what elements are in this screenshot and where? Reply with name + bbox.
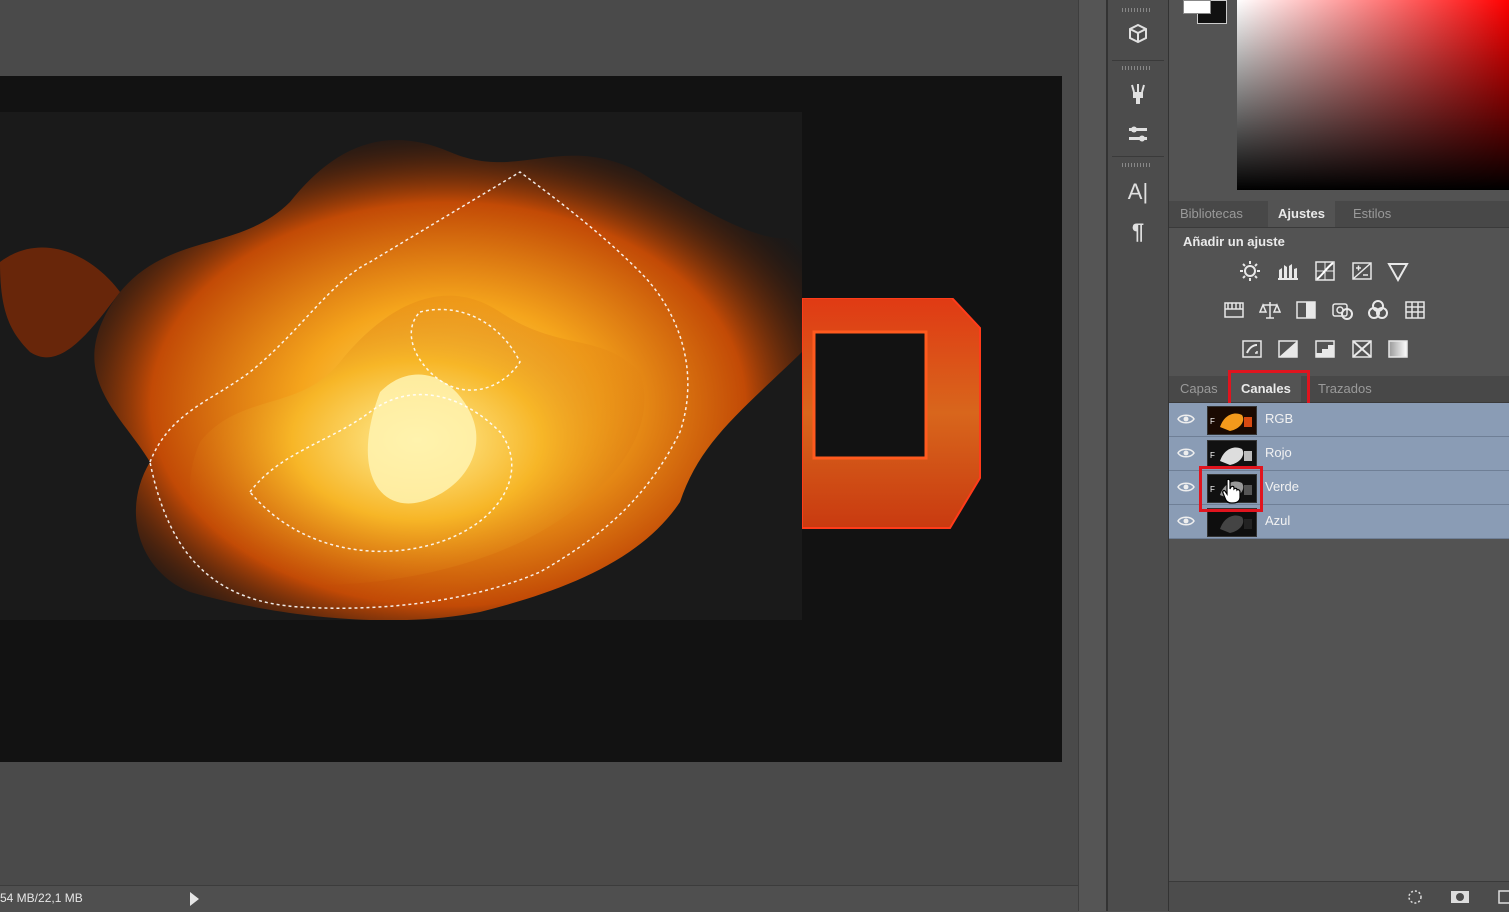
tab-trazados[interactable]: Trazados xyxy=(1308,376,1382,402)
levels-icon[interactable] xyxy=(1275,258,1301,284)
tab-ajustes[interactable]: Ajustes xyxy=(1268,201,1335,227)
channel-thumbnail xyxy=(1207,508,1257,537)
black-white-icon[interactable] xyxy=(1293,297,1319,323)
visibility-eye-icon[interactable] xyxy=(1177,514,1195,528)
vibrance-icon[interactable] xyxy=(1385,258,1411,284)
fire-text-letter[interactable] xyxy=(801,297,992,538)
threshold-icon[interactable] xyxy=(1312,336,1338,362)
dock-separator xyxy=(1112,60,1164,61)
canales-tab-highlight xyxy=(1228,370,1310,406)
status-bar: 54 MB/22,1 MB xyxy=(0,885,1078,912)
channel-label: Rojo xyxy=(1265,445,1292,460)
visibility-eye-icon[interactable] xyxy=(1177,480,1195,494)
channel-thumbnail: F xyxy=(1207,440,1257,469)
right-panels: Bibliotecas Ajustes Estilos Añadir un aj… xyxy=(1169,0,1509,912)
new-channel-icon[interactable] xyxy=(1497,889,1509,905)
channel-label: Verde xyxy=(1265,479,1299,494)
tab-capas[interactable]: Capas xyxy=(1170,376,1228,402)
channel-mixer-icon[interactable] xyxy=(1365,297,1391,323)
adjustment-sliders-icon[interactable] xyxy=(1122,118,1154,150)
gradient-map-icon[interactable] xyxy=(1385,336,1411,362)
channel-label: RGB xyxy=(1265,411,1294,426)
channel-thumbnail: F xyxy=(1207,406,1257,435)
document-canvas[interactable] xyxy=(0,76,1062,762)
brush-presets-icon[interactable] xyxy=(1122,78,1154,110)
hue-saturation-icon[interactable] xyxy=(1221,297,1247,323)
color-balance-icon[interactable] xyxy=(1257,297,1283,323)
status-menu-arrow-icon[interactable] xyxy=(190,892,199,906)
invert-icon[interactable] xyxy=(1239,336,1265,362)
svg-text:F: F xyxy=(1210,451,1215,460)
tab-bibliotecas[interactable]: Bibliotecas xyxy=(1170,201,1253,227)
channels-tab-bar: Capas Canales Trazados xyxy=(1169,376,1509,403)
dock-separator xyxy=(1112,156,1164,157)
vertical-scrollbar[interactable] xyxy=(1078,0,1107,911)
hand-cursor-icon xyxy=(1222,478,1241,504)
dock-grip[interactable] xyxy=(1122,66,1152,70)
adjustments-tab-bar: Bibliotecas Ajustes Estilos xyxy=(1169,201,1509,228)
foreground-color-swatch[interactable] xyxy=(1183,0,1211,14)
curves-icon[interactable] xyxy=(1312,258,1338,284)
color-panel xyxy=(1169,0,1509,200)
adjustments-title: Añadir un ajuste xyxy=(1183,234,1285,249)
3d-cube-icon[interactable] xyxy=(1122,18,1154,50)
save-selection-channel-icon[interactable] xyxy=(1450,889,1470,905)
channel-row-rgb[interactable]: F RGB xyxy=(1169,403,1509,437)
fire-image-selection[interactable] xyxy=(0,112,802,620)
character-text-icon[interactable]: A| xyxy=(1122,176,1154,208)
dock-grip[interactable] xyxy=(1122,8,1152,12)
channel-label: Azul xyxy=(1265,513,1291,528)
dock-grip[interactable] xyxy=(1122,163,1152,167)
svg-text:F: F xyxy=(1210,417,1215,426)
paragraph-icon[interactable]: ¶ xyxy=(1122,216,1154,248)
visibility-eye-icon[interactable] xyxy=(1177,446,1195,460)
brightness-contrast-icon[interactable] xyxy=(1237,258,1263,284)
photo-filter-icon[interactable] xyxy=(1329,297,1355,323)
canvas-workspace[interactable] xyxy=(0,0,1078,885)
selective-color-icon[interactable] xyxy=(1349,336,1375,362)
load-channel-selection-icon[interactable] xyxy=(1407,889,1423,905)
posterize-icon[interactable] xyxy=(1275,336,1301,362)
exposure-icon[interactable] xyxy=(1349,258,1375,284)
document-size-readout: 54 MB/22,1 MB xyxy=(0,891,83,905)
channels-bottom-bar xyxy=(1169,881,1509,912)
color-picker-field[interactable] xyxy=(1237,0,1509,190)
tab-estilos[interactable]: Estilos xyxy=(1343,201,1401,227)
color-lookup-icon[interactable] xyxy=(1402,297,1428,323)
visibility-eye-icon[interactable] xyxy=(1177,412,1195,426)
panel-dock-column: A| ¶ xyxy=(1108,0,1169,911)
